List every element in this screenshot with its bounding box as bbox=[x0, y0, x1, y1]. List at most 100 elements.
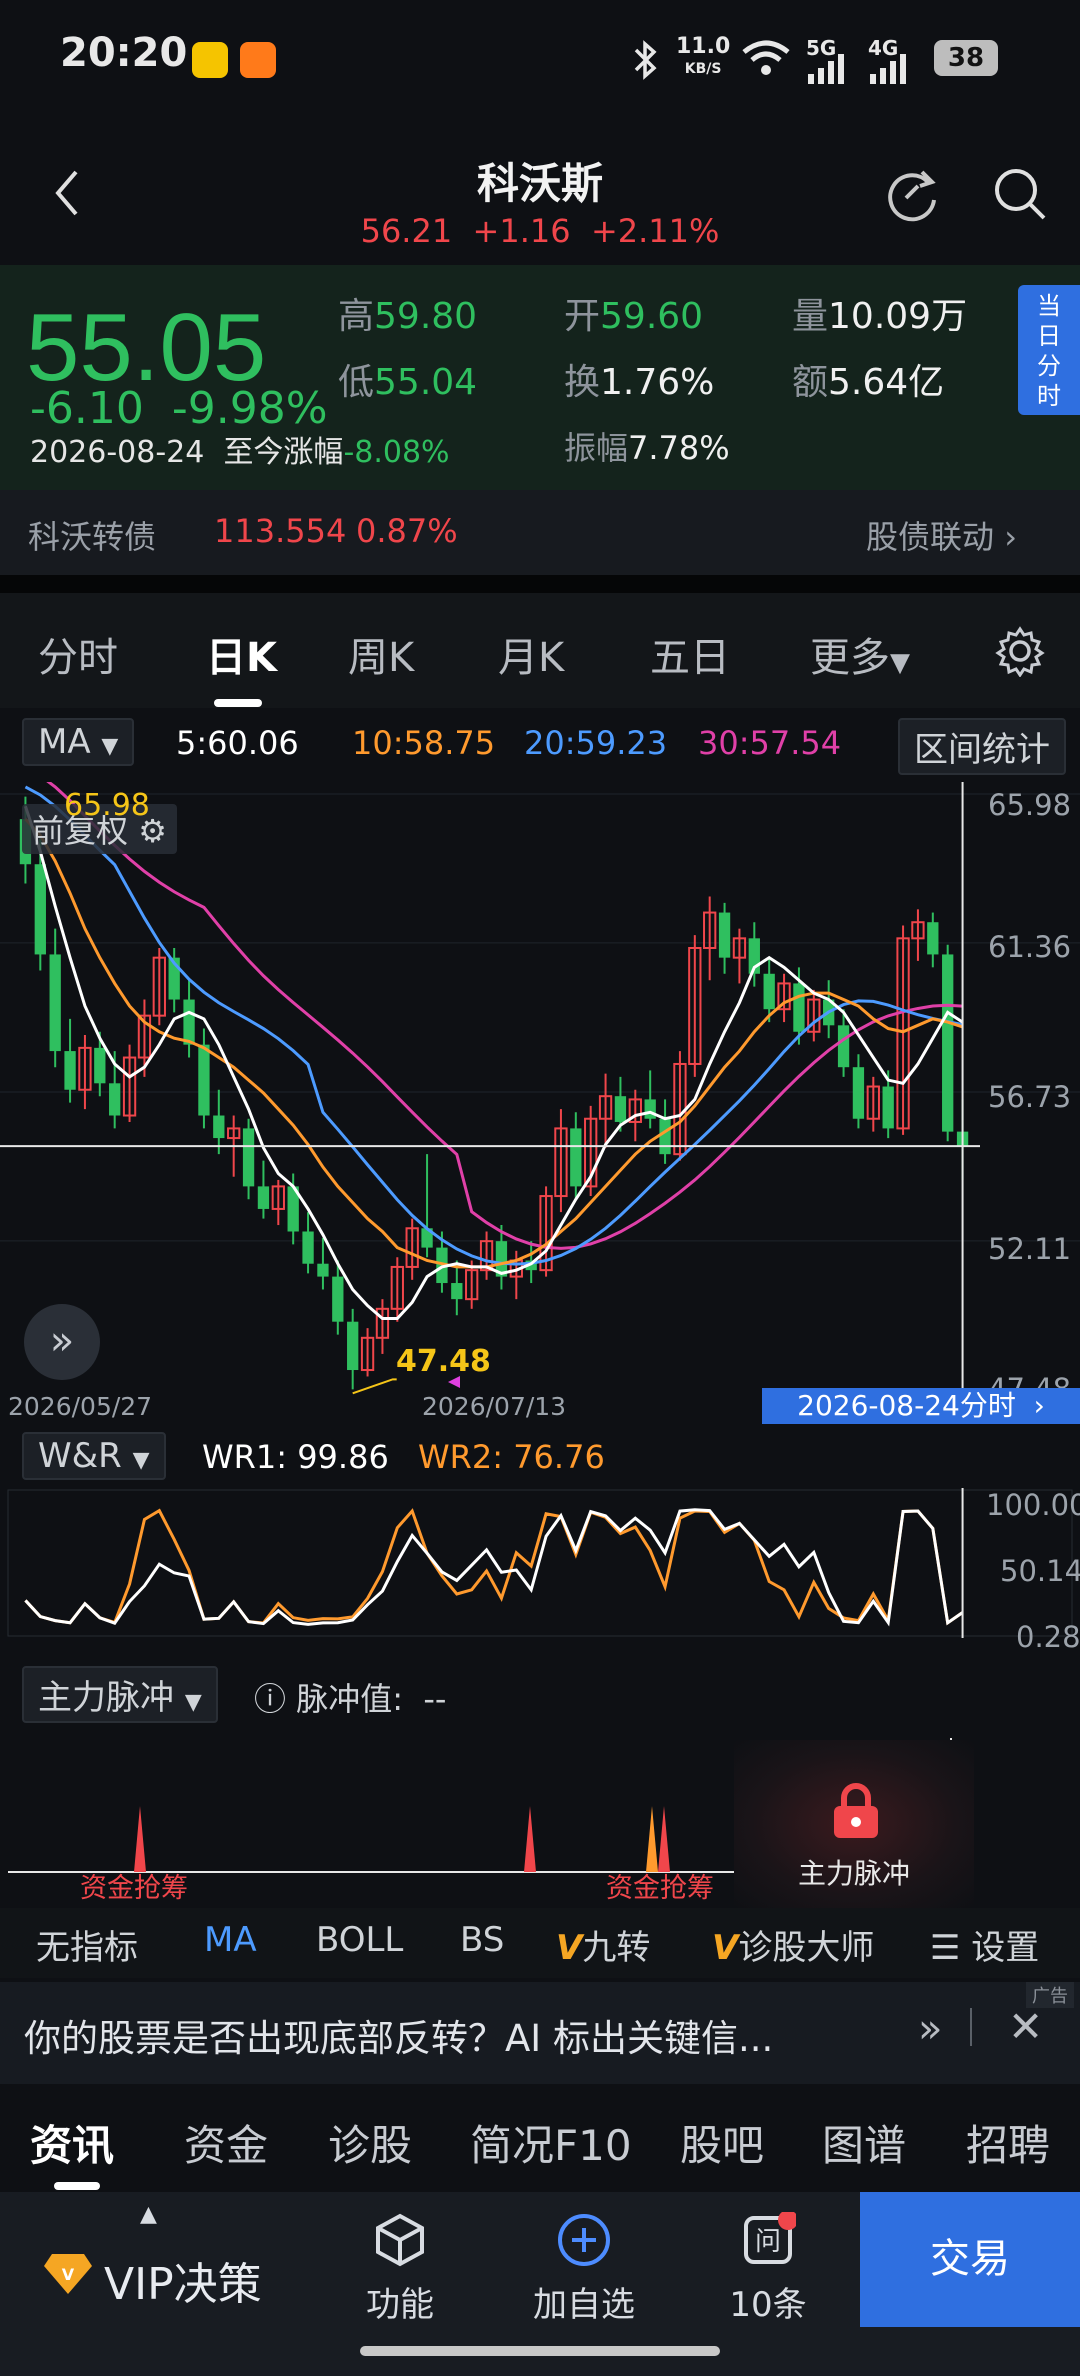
home-indicator[interactable] bbox=[360, 2346, 720, 2356]
quote-panel: 55.05 -6.10 -9.98% 2026-08-24 至今涨幅-8.08%… bbox=[0, 265, 1080, 490]
indicator-ma[interactable]: MA bbox=[204, 1920, 257, 1960]
refresh-icon[interactable] bbox=[882, 164, 942, 224]
candle-body bbox=[213, 1115, 225, 1139]
amount-stat: 额5.64亿 bbox=[792, 362, 945, 403]
candle-body bbox=[347, 1321, 359, 1371]
wr-chart[interactable] bbox=[0, 1488, 1080, 1638]
status-bar: 20:20 11.0 KB/S 5G 4G 38 bbox=[0, 0, 1080, 120]
pulse-tag: 资金抢筹 bbox=[606, 1873, 714, 1904]
x-tick-mid: 2026/07/13 bbox=[422, 1392, 567, 1421]
quote-date-row: 2026-08-24 至今涨幅-8.08% bbox=[30, 435, 450, 470]
search-icon[interactable] bbox=[990, 164, 1050, 224]
tab-news[interactable]: 资讯 bbox=[30, 2112, 114, 2173]
caret-up-icon: ▲ bbox=[140, 2202, 157, 2227]
tab-jobs[interactable]: 招聘 bbox=[966, 2112, 1050, 2173]
tab-weekly-k[interactable]: 周K bbox=[348, 625, 414, 683]
candle-body bbox=[332, 1276, 344, 1322]
low-marker-pointer bbox=[352, 1378, 397, 1395]
tab-diagnosis[interactable]: 诊股 bbox=[328, 2112, 412, 2173]
y-tick: 0.28 bbox=[1016, 1620, 1080, 1654]
caret-down-icon: ▼ bbox=[184, 1690, 202, 1715]
candle-body bbox=[614, 1096, 627, 1122]
divider bbox=[970, 2008, 972, 2046]
active-tab-indicator bbox=[214, 699, 262, 707]
double-chevron-icon[interactable]: » bbox=[918, 2006, 942, 2052]
kline-chart[interactable] bbox=[0, 782, 1080, 1422]
ad-banner[interactable]: 你的股票是否出现底部反转？AI 标出关键信... 广告 » ✕ bbox=[0, 1982, 1080, 2084]
indicator-boll[interactable]: BOLL bbox=[316, 1920, 403, 1960]
candle-body bbox=[302, 1231, 314, 1264]
today-timeshare-button[interactable]: 当日分时 bbox=[1018, 285, 1080, 415]
ma-selector[interactable]: MA ▼ bbox=[22, 718, 135, 766]
wr2-value: WR2: 76.76 bbox=[418, 1438, 605, 1476]
candle-body bbox=[198, 1044, 210, 1116]
trade-button[interactable]: 交易 bbox=[860, 2192, 1080, 2327]
close-icon[interactable]: ✕ bbox=[1008, 2002, 1043, 2051]
pulse-tag: 资金抢筹 bbox=[80, 1873, 188, 1904]
news-tabs: 资讯 资金 诊股 简况F10 股吧 图谱 招聘 bbox=[0, 2084, 1080, 2192]
messages-button[interactable]: 问 10条 bbox=[678, 2210, 858, 2326]
wr1-line bbox=[24, 1508, 964, 1627]
divider bbox=[0, 575, 1080, 593]
candle-body bbox=[852, 1067, 865, 1119]
tab-f10[interactable]: 简况F10 bbox=[470, 2112, 632, 2173]
candle-body bbox=[451, 1283, 463, 1300]
cursor-date-label[interactable]: 2026-08-24分时 › bbox=[762, 1388, 1080, 1424]
clock: 20:20 bbox=[60, 30, 188, 76]
indicator-bar: 无指标 MA BOLL BS V九转 V诊股大师 ☰ 设置 bbox=[0, 1908, 1080, 1978]
low-stat: 低55.04 bbox=[338, 362, 478, 403]
indicator-diagnosis[interactable]: V诊股大师 bbox=[712, 1920, 874, 1969]
tab-forum[interactable]: 股吧 bbox=[680, 2112, 764, 2173]
signal-icon bbox=[870, 54, 906, 84]
signal-icon bbox=[808, 54, 844, 84]
battery-icon: 38 bbox=[934, 40, 998, 76]
locked-overlay[interactable]: 主力脉冲 bbox=[734, 1740, 974, 1908]
pulse-spike bbox=[646, 1806, 658, 1872]
pulse-value-row: ⓘ 脉冲值: -- bbox=[254, 1680, 447, 1718]
tab-timeshare[interactable]: 分时 bbox=[38, 625, 118, 683]
add-watchlist-button[interactable]: 加自选 bbox=[494, 2212, 674, 2326]
chevron-right-icon: › bbox=[1004, 518, 1017, 556]
pulse-selector[interactable]: 主力脉冲 ▼ bbox=[22, 1666, 218, 1723]
candle-body bbox=[109, 1083, 121, 1116]
caret-down-icon: ▼ bbox=[132, 1448, 150, 1473]
app-notification-icon bbox=[192, 42, 228, 78]
interval-stats-button[interactable]: 区间统计 bbox=[898, 718, 1066, 775]
tab-graph[interactable]: 图谱 bbox=[822, 2112, 906, 2173]
indicator-none[interactable]: 无指标 bbox=[36, 1920, 138, 1969]
chart-area[interactable]: MA ▼ 5:60.06 10:58.75 20:59.23 30:57.54 … bbox=[0, 708, 1080, 1908]
function-button[interactable]: 功能 bbox=[310, 2212, 490, 2326]
expand-left-button[interactable]: » bbox=[24, 1304, 100, 1380]
wifi-icon bbox=[742, 40, 790, 75]
gear-icon[interactable] bbox=[994, 625, 1046, 677]
indicator-settings[interactable]: ☰ 设置 bbox=[930, 1920, 1039, 1969]
vip-decision-button[interactable]: ▲ V VIP决策 bbox=[0, 2192, 310, 2327]
tab-daily-k[interactable]: 日K bbox=[206, 625, 277, 683]
add-circle-icon bbox=[558, 2214, 610, 2266]
stock-bond-link[interactable]: 股债联动 › bbox=[866, 512, 1017, 558]
tab-monthly-k[interactable]: 月K bbox=[498, 625, 564, 683]
info-icon[interactable]: ⓘ bbox=[254, 1680, 286, 1718]
pulse-spike bbox=[524, 1806, 536, 1872]
tab-five-day[interactable]: 五日 bbox=[650, 625, 730, 683]
high-price-marker: 65.98 bbox=[64, 788, 150, 823]
cube-icon bbox=[376, 2213, 424, 2267]
indicator-nine-turn[interactable]: V九转 bbox=[556, 1920, 650, 1969]
convertible-bond-row[interactable]: 科沃转债 113.554 0.87% 股债联动 › bbox=[0, 490, 1080, 575]
candle-body bbox=[257, 1186, 270, 1209]
stock-header: 科沃斯 56.21 +1.16 +2.11% bbox=[0, 120, 1080, 265]
caret-down-icon: ▼ bbox=[101, 734, 119, 759]
candle-body bbox=[644, 1099, 656, 1119]
y-tick: 56.73 bbox=[988, 1080, 1072, 1114]
indicator-bs[interactable]: BS bbox=[460, 1920, 504, 1960]
tab-more[interactable]: 更多▼ bbox=[810, 625, 910, 683]
message-icon: 问 bbox=[744, 2210, 798, 2264]
candle-body bbox=[317, 1263, 329, 1277]
candle-body bbox=[763, 973, 775, 1010]
y-tick: 61.36 bbox=[988, 930, 1072, 964]
pulse-spike bbox=[134, 1806, 146, 1872]
tab-funds[interactable]: 资金 bbox=[184, 2112, 268, 2173]
ma10-value: 10:58.75 bbox=[352, 724, 496, 762]
ad-text: 你的股票是否出现底部反转？AI 标出关键信... bbox=[24, 2017, 774, 2060]
wr-selector[interactable]: W&R ▼ bbox=[22, 1432, 166, 1480]
